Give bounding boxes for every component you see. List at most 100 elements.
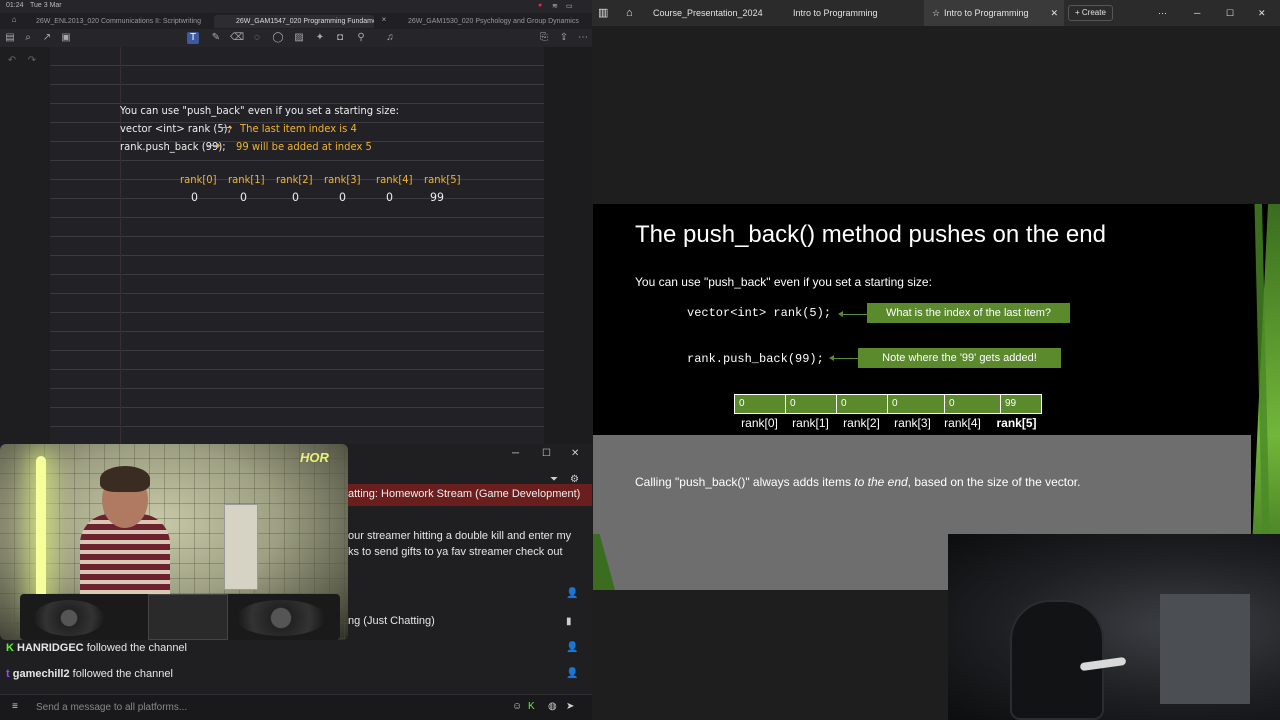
vector-label: rank[4]: [944, 416, 981, 430]
menu-icon[interactable]: ≡: [12, 701, 18, 712]
user-icon[interactable]: 👤: [566, 588, 578, 599]
note-comment-2: 99 will be added at index 5: [236, 141, 372, 154]
note-arrow-1: ⟶: [218, 122, 233, 135]
elements-icon[interactable]: ✦: [314, 32, 326, 44]
note-rank-value: 0: [240, 190, 247, 205]
laser-icon[interactable]: ⚲: [355, 32, 367, 44]
follower-name[interactable]: HANRIDGEC: [17, 642, 84, 654]
pages-icon[interactable]: ▣: [60, 32, 72, 44]
follow-text: followed the channel: [86, 642, 187, 654]
channel-logo: HOR: [300, 450, 329, 465]
note-arrow-2: ⟶: [206, 140, 221, 153]
export-icon[interactable]: ⎘: [538, 32, 550, 44]
vector-cell: 99: [1000, 394, 1042, 414]
emote-icon[interactable]: ☺: [512, 701, 522, 712]
sidebar-icon[interactable]: ▤: [4, 32, 16, 44]
minimize-icon[interactable]: ─: [1194, 0, 1200, 26]
note-line-1: You can use "push_back" even if you set …: [120, 105, 400, 118]
streamer-webcam: HOR: [0, 444, 348, 640]
maximize-icon[interactable]: ☐: [1226, 0, 1234, 26]
notebook-tabs: ⌂ 26W_ENL2013_020 Communications II: Scr…: [0, 13, 592, 29]
note-rank-label: rank[4]: [376, 174, 413, 187]
notes-toolbar: ▤ ⌕ ↗ ▣ T ✎ ⌫ ◌ ◯ ▨ ✦ ◘ ⚲ ♫ ⎘ ⇪ ⋯: [0, 29, 592, 47]
vector-label: rank[5]: [996, 416, 1037, 430]
sidebar-toggle-icon[interactable]: ▥: [598, 0, 608, 26]
more-icon[interactable]: ⋯: [577, 32, 589, 44]
notes-sidebar: ↶ ↷: [0, 47, 50, 444]
slide-intro: You can use "push_back" even if you set …: [635, 275, 932, 289]
pen-icon[interactable]: ✎: [210, 32, 222, 44]
note-rank-label: rank[1]: [228, 174, 265, 187]
page-gutter: [544, 47, 592, 444]
upload-icon[interactable]: ⇪: [558, 32, 570, 44]
mic-icon[interactable]: ♫: [384, 32, 396, 44]
door: [224, 504, 258, 590]
note-comment-1: The last item index is 4: [240, 123, 357, 136]
note-rank-label: rank[2]: [276, 174, 313, 187]
maximize-icon[interactable]: ☐: [542, 448, 551, 459]
share-icon[interactable]: ↗: [41, 32, 53, 44]
undo-icon[interactable]: ↶: [6, 55, 18, 67]
active-tab-label: Intro to Programming: [944, 8, 1029, 18]
vector-cell: 0: [887, 394, 945, 414]
tab-intro-programming-active[interactable]: ☆ Intro to Programming ✕: [924, 0, 1064, 26]
record-icon: ●: [538, 2, 543, 9]
kick-icon[interactable]: K: [528, 701, 535, 712]
eraser-icon[interactable]: ⌫: [230, 32, 244, 44]
notes-app: 01:24 Tue 3 Mar ● ≋ ▭ ⌂ 26W_ENL2013_020 …: [0, 0, 592, 720]
minimize-icon[interactable]: ─: [512, 448, 519, 459]
home-icon[interactable]: ⌂: [626, 0, 633, 26]
tab-gam1547[interactable]: 26W_GAM1547_020 Programming Fundamentals…: [214, 15, 374, 28]
footnote-emphasis: to the end: [854, 475, 908, 489]
note-rank-value: 99: [430, 190, 444, 205]
note-rank-label: rank[5]: [424, 174, 461, 187]
code-line-1: vector<int> rank(5);: [687, 306, 832, 320]
tab-enl2013[interactable]: 26W_ENL2013_020 Communications II: Scrip…: [14, 15, 214, 28]
follow-event: K HANRIDGEC followed the channel: [6, 642, 598, 654]
tab-intro-programming[interactable]: Intro to Programming: [793, 0, 878, 26]
send-icon[interactable]: ➤: [566, 701, 574, 712]
tab-course-presentation[interactable]: Course_Presentation_2024: [653, 0, 763, 26]
image-icon[interactable]: ▨: [293, 32, 305, 44]
sticker-icon[interactable]: ◘: [334, 32, 346, 44]
chat-input-bar: ≡ Send a message to all platforms... ☺ K…: [0, 694, 592, 720]
redo-icon[interactable]: ↷: [26, 55, 38, 67]
callout-99-added: Note where the '99' gets added!: [858, 348, 1061, 368]
follow-event: t gamechill2 followed the channel: [6, 668, 598, 680]
footnote-pre: Calling "push_back()" always adds items: [635, 475, 855, 489]
lasso-icon[interactable]: ◌: [251, 32, 263, 44]
close-icon[interactable]: ✕: [1258, 0, 1266, 26]
light-tube: [36, 456, 46, 606]
note-page[interactable]: You can use "push_back" even if you set …: [50, 47, 544, 444]
note-rank-value: 0: [386, 190, 393, 205]
follower-name[interactable]: gamechill2: [13, 668, 70, 680]
slide: The push_back() method pushes on the end…: [593, 204, 1280, 590]
star-icon: ☆: [932, 8, 941, 18]
shelf: [1160, 594, 1250, 704]
turntable: [236, 600, 326, 636]
presentation-app: ▥ ⌂ Course_Presentation_2024 Intro to Pr…: [592, 0, 1280, 720]
note-rank-value: 0: [292, 190, 299, 205]
create-label: Create: [1081, 8, 1106, 17]
vector-cell: 0: [944, 394, 1001, 414]
battery-icon: ▭: [566, 3, 573, 10]
chat-input[interactable]: Send a message to all platforms...: [36, 702, 187, 713]
text-tool-icon[interactable]: T: [187, 32, 199, 44]
mixer: [148, 594, 228, 640]
person-hair: [100, 466, 150, 492]
turntable: [34, 600, 104, 636]
vector-cell: 0: [785, 394, 837, 414]
vector-label: rank[0]: [741, 416, 778, 430]
shapes-icon[interactable]: ◯: [272, 32, 284, 44]
close-tab-icon[interactable]: ✕: [1050, 0, 1058, 26]
more-icon[interactable]: ⋯: [1158, 0, 1167, 26]
search-icon[interactable]: ⌕: [22, 32, 34, 44]
create-button[interactable]: + Create: [1068, 5, 1113, 21]
note-rank-label: rank[0]: [180, 174, 217, 187]
globe-icon[interactable]: ◍: [548, 701, 557, 712]
badge-icon[interactable]: ▮: [566, 616, 572, 627]
close-icon[interactable]: ✕: [571, 448, 579, 459]
follow-text: followed the channel: [72, 668, 173, 680]
wifi-icon: ≋: [552, 3, 558, 10]
tab-gam1530[interactable]: 26W_GAM1530_020 Psychology and Group Dyn…: [386, 15, 586, 28]
